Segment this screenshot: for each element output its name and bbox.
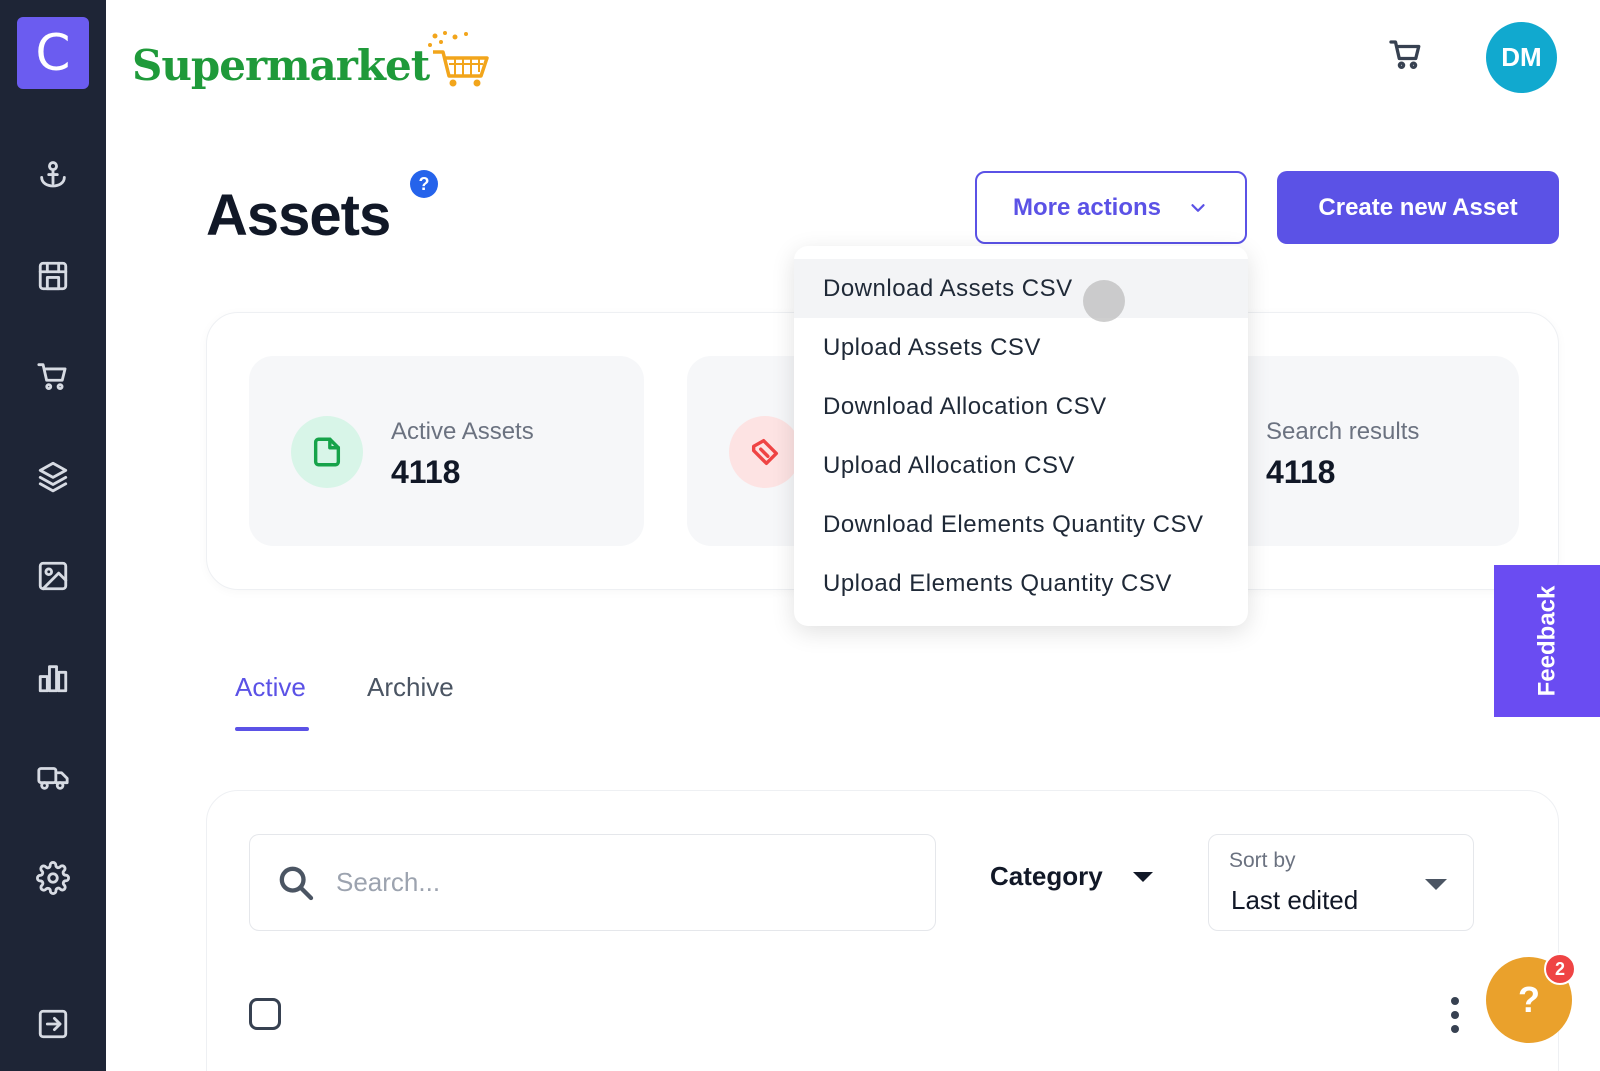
- sort-label: Sort by: [1229, 849, 1296, 872]
- tab-active[interactable]: Active: [235, 672, 306, 703]
- search-box[interactable]: [249, 834, 936, 931]
- menu-item-upload-assets-csv[interactable]: Upload Assets CSV: [794, 318, 1248, 377]
- feedback-tab[interactable]: Feedback: [1494, 565, 1600, 717]
- tab-archive[interactable]: Archive: [367, 672, 454, 703]
- stat-icon-second: [729, 416, 801, 488]
- notification-count-badge: 2: [1544, 953, 1576, 985]
- cursor-indicator: [1083, 280, 1125, 322]
- gear-icon: [36, 861, 70, 895]
- cart-icon: [1389, 40, 1421, 70]
- sidebar-item-logout[interactable]: [29, 1000, 77, 1048]
- menu-item-upload-elements-quantity-csv[interactable]: Upload Elements Quantity CSV: [794, 554, 1248, 613]
- anchor-icon: [40, 161, 66, 188]
- caret-down-icon: [1132, 871, 1153, 882]
- sidebar-item-orders[interactable]: [29, 352, 77, 400]
- active-tab-indicator: [235, 727, 309, 731]
- layers-icon: [38, 461, 68, 493]
- chevron-down-icon: [1191, 203, 1205, 212]
- cart-icon: [37, 363, 67, 391]
- store-icon: [38, 261, 68, 291]
- more-actions-button[interactable]: More actions: [975, 171, 1247, 244]
- file-icon: [313, 437, 341, 467]
- select-all-checkbox[interactable]: [249, 998, 281, 1030]
- sidebar-item-locations[interactable]: [29, 152, 77, 200]
- sort-value: Last edited: [1231, 885, 1359, 915]
- menu-item-upload-allocation-csv[interactable]: Upload Allocation CSV: [794, 436, 1248, 495]
- stat-label: Search results: [1266, 418, 1420, 445]
- feedback-label: Feedback: [1533, 585, 1560, 697]
- category-filter[interactable]: Category: [990, 861, 1153, 892]
- sidebar-item-media[interactable]: [29, 552, 77, 600]
- caret-down-icon: [1425, 879, 1447, 890]
- stat-label: Active Assets: [391, 418, 534, 445]
- logout-icon: [38, 1009, 68, 1039]
- menu-item-download-allocation-csv[interactable]: Download Allocation CSV: [794, 377, 1248, 436]
- logo-cart-icon: [428, 31, 489, 87]
- search-input[interactable]: [336, 867, 896, 898]
- header-cart-button[interactable]: [1388, 36, 1428, 76]
- sort-select[interactable]: Sort by Last edited: [1208, 834, 1474, 931]
- stat-icon-active: [291, 416, 363, 488]
- logo-text: Supermarket: [132, 41, 430, 90]
- page-title: Assets: [206, 183, 391, 248]
- sidebar-item-settings[interactable]: [29, 854, 77, 902]
- user-avatar[interactable]: DM: [1486, 22, 1557, 93]
- bar-chart-icon: [38, 665, 68, 693]
- brand-logo-tile[interactable]: C: [17, 17, 89, 89]
- truck-icon: [37, 767, 69, 790]
- search-icon: [279, 866, 314, 900]
- sidebar-item-deliveries[interactable]: [29, 753, 77, 801]
- sidebar-item-stores[interactable]: [29, 252, 77, 300]
- stat-value: 4118: [1266, 454, 1336, 490]
- sidebar-item-reports[interactable]: [29, 654, 77, 702]
- more-actions-label: More actions: [1012, 193, 1162, 221]
- supermarket-logo[interactable]: Supermarket: [132, 26, 497, 90]
- menu-item-download-elements-quantity-csv[interactable]: Download Elements Quantity CSV: [794, 495, 1248, 554]
- sidebar: C: [0, 0, 106, 1071]
- stat-value: 4118: [391, 454, 461, 490]
- menu-item-download-assets-csv[interactable]: Download Assets CSV: [794, 259, 1248, 318]
- image-icon: [38, 561, 68, 591]
- category-label: Category: [990, 861, 1103, 891]
- help-badge[interactable]: ?: [410, 170, 438, 198]
- more-actions-menu: Download Assets CSV Upload Assets CSV Do…: [794, 246, 1248, 626]
- create-asset-button[interactable]: Create new Asset: [1277, 171, 1559, 244]
- tag-icon: [751, 438, 779, 466]
- sidebar-item-assets[interactable]: [29, 452, 77, 500]
- kebab-menu-icon[interactable]: [1449, 997, 1461, 1033]
